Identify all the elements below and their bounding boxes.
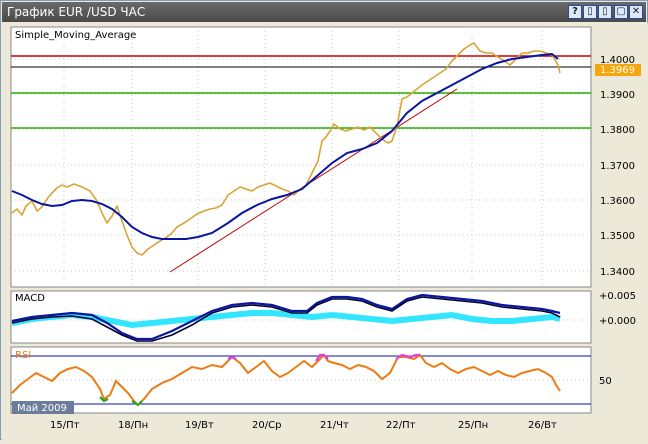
maximize-button[interactable]: ▢ bbox=[614, 5, 628, 19]
y-tick: 1.3700 bbox=[600, 161, 635, 172]
y-axis-ticks: 1.4000 1.3900 1.3800 1.3700 1.3600 1.350… bbox=[600, 55, 635, 278]
tile-horizontal-button[interactable]: ▯ bbox=[598, 5, 612, 19]
x-axis-label: 18/Пн bbox=[118, 420, 148, 431]
chart-area[interactable]: Simple_Moving_Average 1.4000 1.3900 1.38… bbox=[2, 23, 648, 440]
x-axis-label: 26/Вт bbox=[528, 420, 557, 431]
macd-label: MACD bbox=[15, 293, 45, 304]
window-title: График EUR /USD ЧАС bbox=[7, 5, 146, 19]
current-price-label: 1.3969 bbox=[600, 65, 635, 76]
x-axis-label: 15/Пт bbox=[50, 420, 80, 431]
tile-vertical-button[interactable]: ▯ bbox=[583, 5, 597, 19]
help-button[interactable]: ? bbox=[568, 5, 582, 19]
y-tick: 1.3900 bbox=[600, 90, 635, 101]
rsi-label: RSI bbox=[15, 350, 31, 361]
month-badge-label: Май 2009 bbox=[17, 403, 67, 414]
x-axis-labels: 15/Пт 18/Пн 19/Вт 20/Ср 21/Чт 22/Пт 25/П… bbox=[50, 420, 557, 431]
main-panel[interactable] bbox=[10, 26, 592, 288]
y-tick: 1.3800 bbox=[600, 125, 635, 136]
macd-tick-top: +0.005 bbox=[599, 291, 636, 302]
macd-tick-zero: +0.000 bbox=[599, 316, 636, 327]
x-axis-label: 20/Ср bbox=[252, 420, 281, 431]
chart-window: График EUR /USD ЧАС ? ▯ ▯ ▢ ✕ Simple_Mov… bbox=[0, 0, 648, 440]
x-axis-label: 21/Чт bbox=[320, 420, 349, 431]
title-bar[interactable]: График EUR /USD ЧАС ? ▯ ▯ ▢ ✕ bbox=[2, 2, 646, 22]
y-tick: 1.3500 bbox=[600, 231, 635, 242]
close-button[interactable]: ✕ bbox=[629, 5, 643, 19]
y-tick: 1.3600 bbox=[600, 196, 635, 207]
indicator-label: Simple_Moving_Average bbox=[15, 30, 136, 41]
y-tick: 1.3400 bbox=[600, 267, 635, 278]
chart-canvas[interactable]: Simple_Moving_Average 1.4000 1.3900 1.38… bbox=[2, 23, 648, 440]
x-axis-label: 25/Пн bbox=[458, 420, 488, 431]
x-axis-label: 22/Пт bbox=[386, 420, 416, 431]
rsi-tick-50: 50 bbox=[599, 376, 612, 387]
x-axis-label: 19/Вт bbox=[185, 420, 214, 431]
